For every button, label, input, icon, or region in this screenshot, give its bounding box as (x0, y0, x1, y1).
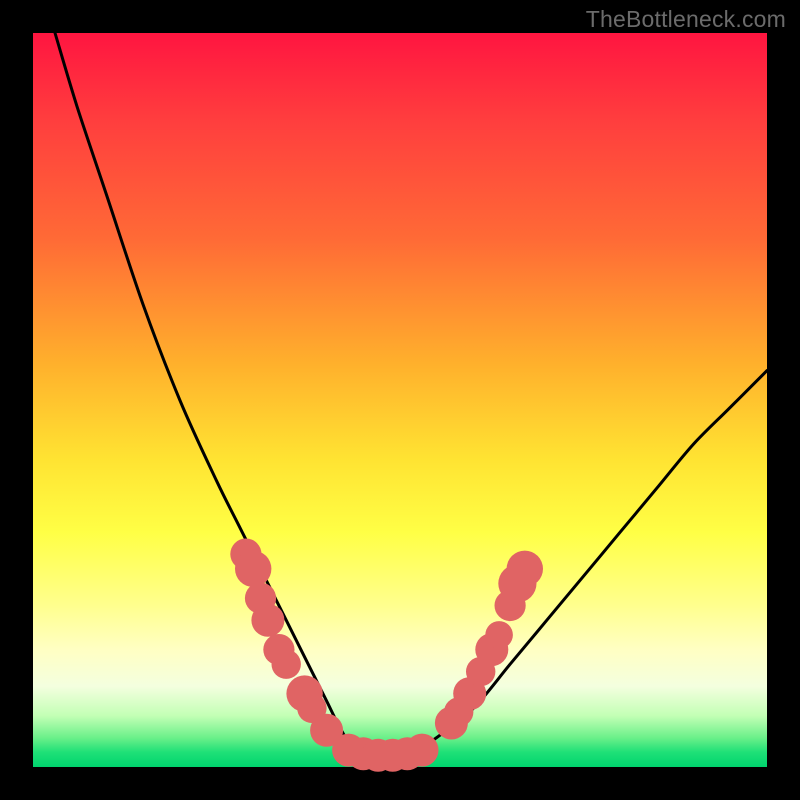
data-marker (507, 551, 543, 587)
data-marker (272, 650, 301, 679)
data-marker (406, 734, 439, 767)
bottleneck-curve (55, 33, 767, 760)
data-marker (251, 604, 284, 637)
data-marker (235, 551, 271, 587)
watermark-text: TheBottleneck.com (586, 6, 786, 33)
marker-group (230, 539, 543, 772)
data-marker (485, 621, 513, 649)
chart-frame: TheBottleneck.com (0, 0, 800, 800)
chart-svg (33, 33, 767, 767)
